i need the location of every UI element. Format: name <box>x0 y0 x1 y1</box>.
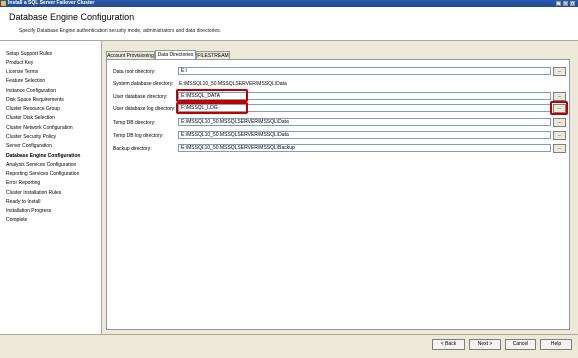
nav-item-instance-configuration[interactable]: Instance Configuration <box>6 88 56 94</box>
nav-item-complete[interactable]: Complete <box>6 217 27 223</box>
backup-label: Backup directory: <box>113 146 152 152</box>
tab-account-provisioning[interactable]: Account Provisioning <box>106 51 155 59</box>
nav-item-installation-progress[interactable]: Installation Progress <box>6 208 51 214</box>
temp-db-browse-button[interactable]: ... <box>553 118 566 127</box>
nav-item-cluster-security-policy[interactable]: Cluster Security Policy <box>6 134 56 140</box>
nav-item-reporting-services-configuration[interactable]: Reporting Services Configuration <box>6 171 79 177</box>
nav-item-product-key[interactable]: Product Key <box>6 60 33 66</box>
window-titlebar: Install a SQL Server Failover Cluster _ … <box>0 0 578 7</box>
window-title: Install a SQL Server Failover Cluster <box>8 0 95 6</box>
cancel-button[interactable]: Cancel <box>505 339 536 350</box>
nav-item-analysis-services-configuration[interactable]: Analysis Services Configuration <box>6 162 76 168</box>
nav-item-error-reporting[interactable]: Error Reporting <box>6 180 40 186</box>
data-root-browse-button[interactable]: ... <box>553 67 566 76</box>
nav-item-cluster-disk-selection[interactable]: Cluster Disk Selection <box>6 115 55 121</box>
backup-browse-button[interactable]: ... <box>553 144 566 153</box>
data-root-field[interactable]: E:\ <box>178 67 551 75</box>
nav-item-feature-selection[interactable]: Feature Selection <box>6 78 45 84</box>
nav-item-license-terms[interactable]: License Terms <box>6 69 38 75</box>
user-db-log-browse-highlight-box <box>550 101 568 115</box>
step-navigation: Setup Support Rules Product Key License … <box>0 41 102 334</box>
setup-icon <box>1 1 6 6</box>
user-db-browse-button[interactable]: ... <box>553 92 566 101</box>
help-button[interactable]: Help <box>540 339 572 350</box>
data-root-label: Data root directory: <box>113 69 156 75</box>
maximize-button[interactable]: □ <box>563 1 568 6</box>
minimize-button[interactable]: _ <box>556 1 561 6</box>
system-db-value: E:\MSSQL10_50.MSSQLSERVER\MSSQL\Data <box>179 81 287 87</box>
tab-filestream[interactable]: FILESTREAM <box>196 51 230 59</box>
nav-item-disk-space-requirements[interactable]: Disk Space Requirements <box>6 97 64 103</box>
user-db-log-highlight-box <box>176 102 248 114</box>
nav-item-cluster-resource-group[interactable]: Cluster Resource Group <box>6 106 60 112</box>
nav-item-server-configuration[interactable]: Server Configuration <box>6 143 52 149</box>
nav-item-ready-to-install[interactable]: Ready to Install <box>6 199 40 205</box>
tab-data-directories[interactable]: Data Directories <box>155 50 196 59</box>
close-button[interactable]: × <box>570 1 575 6</box>
system-db-label: System database directory: <box>113 81 174 87</box>
page-title: Database Engine Configuration <box>9 12 135 22</box>
back-button[interactable]: < Back <box>432 339 465 350</box>
user-db-highlight-box <box>176 89 248 102</box>
temp-db-log-browse-button[interactable]: ... <box>553 131 566 140</box>
next-button[interactable]: Next > <box>469 339 501 350</box>
page-header: Database Engine Configuration Specify Da… <box>0 7 578 41</box>
nav-item-setup-support-rules[interactable]: Setup Support Rules <box>6 51 52 57</box>
nav-item-cluster-installation-rules[interactable]: Cluster Installation Rules <box>6 190 61 196</box>
backup-field[interactable]: E:\MSSQL10_50.MSSQLSERVER\MSSQL\Backup <box>178 144 551 152</box>
temp-db-log-field[interactable]: E:\MSSQL10_50.MSSQLSERVER\MSSQL\Data <box>178 131 551 139</box>
nav-item-cluster-network-configuration[interactable]: Cluster Network Configuration <box>6 125 73 131</box>
nav-item-database-engine-configuration[interactable]: Database Engine Configuration <box>6 153 80 159</box>
temp-db-label: Temp DB directory: <box>113 120 156 126</box>
page-subtitle: Specify Database Engine authentication s… <box>19 28 222 34</box>
temp-db-log-label: Temp DB log directory: <box>113 133 164 139</box>
temp-db-field[interactable]: E:\MSSQL10_50.MSSQLSERVER\MSSQL\Data <box>178 118 551 126</box>
user-db-label: User database directory: <box>113 94 168 100</box>
user-db-log-label: User database log directory: <box>113 106 176 112</box>
